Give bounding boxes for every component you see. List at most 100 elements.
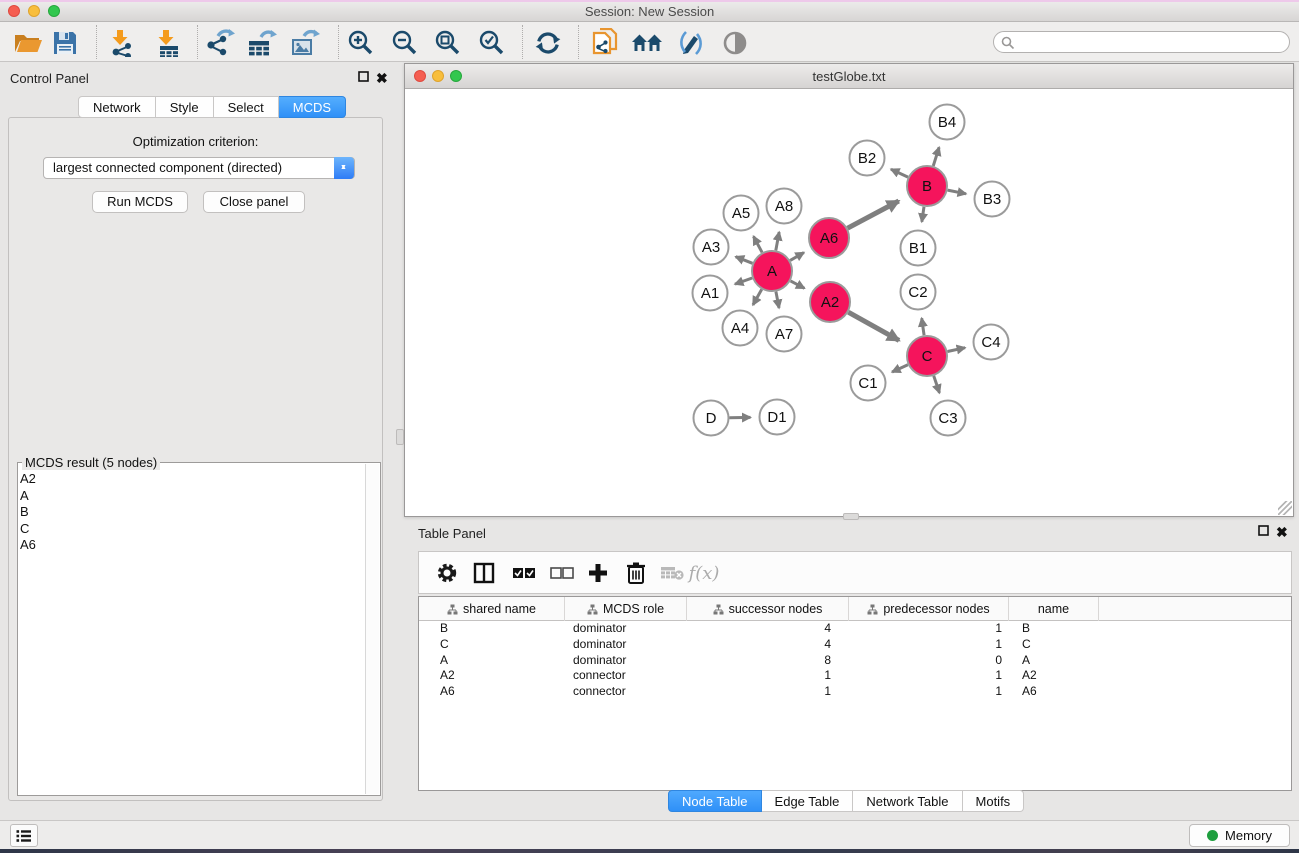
add-column-icon[interactable]	[583, 560, 613, 586]
edge-A6-B[interactable]	[848, 201, 899, 228]
edge-C-C4[interactable]	[948, 348, 966, 352]
edge-B-B2[interactable]	[891, 169, 908, 177]
control-panel-float-icon[interactable]	[358, 71, 369, 85]
table-cell[interactable]: 1	[849, 637, 1009, 653]
column-header-successor-nodes[interactable]: successor nodes	[687, 597, 849, 621]
toggle-column-panel-icon[interactable]	[469, 560, 499, 586]
table-cell[interactable]: A6	[1009, 684, 1099, 700]
tab-node-table[interactable]: Node Table	[668, 790, 762, 812]
edge-B-B1[interactable]	[922, 207, 924, 222]
edge-A-A2[interactable]	[791, 281, 805, 288]
deselect-all-icon[interactable]	[547, 560, 577, 586]
network-graph[interactable]: AA1A2A3A4A5A6A7A8BB1B2B3B4CC1C2C3C4DD1	[405, 89, 1293, 516]
node-table[interactable]: shared nameMCDS rolesuccessor nodesprede…	[418, 596, 1292, 791]
table-panel-close-icon[interactable]: ✖	[1276, 524, 1288, 541]
node-table-header[interactable]: shared nameMCDS rolesuccessor nodesprede…	[419, 597, 1291, 621]
table-cell[interactable]: A2	[1009, 668, 1099, 684]
table-cell[interactable]: 1	[687, 684, 849, 700]
table-settings-gear-icon[interactable]	[432, 560, 462, 586]
zoom-fit-icon[interactable]	[432, 28, 464, 58]
mcds-result-item[interactable]: A6	[20, 537, 364, 554]
edge-A-A4[interactable]	[753, 289, 762, 305]
refresh-icon[interactable]	[532, 28, 564, 58]
edge-A-A6[interactable]	[790, 253, 804, 261]
run-mcds-button[interactable]: Run MCDS	[92, 191, 188, 213]
column-header-MCDS-role[interactable]: MCDS role	[565, 597, 687, 621]
table-cell[interactable]: B	[1009, 621, 1099, 637]
mcds-result-item[interactable]: A	[20, 488, 364, 505]
table-cell[interactable]: 0	[849, 653, 1009, 669]
table-cell[interactable]: A	[1009, 653, 1099, 669]
search-input[interactable]	[993, 31, 1290, 53]
table-cell[interactable]: 4	[687, 621, 849, 637]
criterion-select[interactable]: largest connected component (directed)	[43, 157, 355, 179]
table-row[interactable]: Cdominator41C	[419, 637, 1291, 653]
table-cell[interactable]: dominator	[565, 637, 687, 653]
column-header-shared-name[interactable]: shared name	[419, 597, 565, 621]
table-row[interactable]: A6connector11A6	[419, 684, 1291, 700]
table-cell[interactable]: 4	[687, 637, 849, 653]
tab-motifs[interactable]: Motifs	[963, 790, 1025, 812]
export-table-icon[interactable]	[246, 28, 278, 58]
show-graphics-details-icon[interactable]	[719, 28, 751, 58]
edge-A-A5[interactable]	[753, 236, 762, 252]
control-panel-close-icon[interactable]: ✖	[376, 70, 388, 87]
edge-A2-C[interactable]	[848, 312, 899, 340]
close-panel-button[interactable]: Close panel	[203, 191, 305, 213]
save-session-icon[interactable]	[49, 28, 81, 58]
window-resize-grip[interactable]	[1278, 501, 1292, 515]
mcds-result-item[interactable]: A2	[20, 471, 364, 488]
mcds-result-list[interactable]: A2ABCA6	[20, 471, 364, 793]
table-cell[interactable]: 1	[849, 621, 1009, 637]
table-cell[interactable]: connector	[565, 668, 687, 684]
open-session-icon[interactable]	[12, 28, 44, 58]
hide-graphics-details-icon[interactable]	[674, 28, 706, 58]
table-cell[interactable]: 1	[849, 668, 1009, 684]
edge-A-A7[interactable]	[776, 292, 779, 308]
mcds-result-item[interactable]: B	[20, 504, 364, 521]
zoom-in-icon[interactable]	[345, 28, 377, 58]
table-cell[interactable]: A2	[419, 668, 565, 684]
table-cell[interactable]: A6	[419, 684, 565, 700]
split-divider-button[interactable]	[396, 429, 404, 445]
zoom-out-icon[interactable]	[389, 28, 421, 58]
network-window-titlebar[interactable]: testGlobe.txt	[405, 64, 1293, 89]
column-header-name[interactable]: name	[1009, 597, 1099, 621]
mcds-result-item[interactable]: C	[20, 521, 364, 538]
table-row[interactable]: A2connector11A2	[419, 668, 1291, 684]
table-cell[interactable]: C	[1009, 637, 1099, 653]
table-panel-float-icon[interactable]	[1258, 525, 1269, 539]
edge-A-A3[interactable]	[736, 257, 753, 264]
table-cell[interactable]: B	[419, 621, 565, 637]
table-cell[interactable]: connector	[565, 684, 687, 700]
column-header-predecessor-nodes[interactable]: predecessor nodes	[849, 597, 1009, 621]
table-cell[interactable]: 1	[687, 668, 849, 684]
tab-network-table[interactable]: Network Table	[853, 790, 962, 812]
table-cell[interactable]: C	[419, 637, 565, 653]
edge-B-B3[interactable]	[948, 190, 966, 194]
table-cell[interactable]: A	[419, 653, 565, 669]
tab-edge-table[interactable]: Edge Table	[762, 790, 854, 812]
home-layout-icon[interactable]	[631, 28, 663, 58]
import-table-icon[interactable]	[151, 28, 183, 58]
edge-B-B4[interactable]	[933, 147, 939, 166]
edge-C-C2[interactable]	[922, 318, 924, 335]
table-cell[interactable]: dominator	[565, 653, 687, 669]
select-all-icon[interactable]	[509, 560, 539, 586]
zoom-selected-icon[interactable]	[476, 28, 508, 58]
network-from-selection-icon[interactable]	[589, 28, 621, 58]
tab-network[interactable]: Network	[78, 96, 156, 118]
table-cell[interactable]: dominator	[565, 621, 687, 637]
task-history-button[interactable]	[10, 824, 38, 847]
import-network-icon[interactable]	[106, 28, 138, 58]
edge-C-C1[interactable]	[892, 365, 908, 372]
split-divider-button[interactable]	[843, 513, 859, 520]
table-cell[interactable]: 1	[849, 684, 1009, 700]
network-canvas[interactable]: AA1A2A3A4A5A6A7A8BB1B2B3B4CC1C2C3C4DD1	[405, 89, 1293, 516]
table-row[interactable]: Adominator80A	[419, 653, 1291, 669]
delete-column-icon[interactable]	[621, 560, 651, 586]
tab-mcds[interactable]: MCDS	[279, 96, 346, 118]
edge-C-C3[interactable]	[934, 376, 940, 393]
export-network-icon[interactable]	[204, 28, 236, 58]
table-cell[interactable]: 8	[687, 653, 849, 669]
